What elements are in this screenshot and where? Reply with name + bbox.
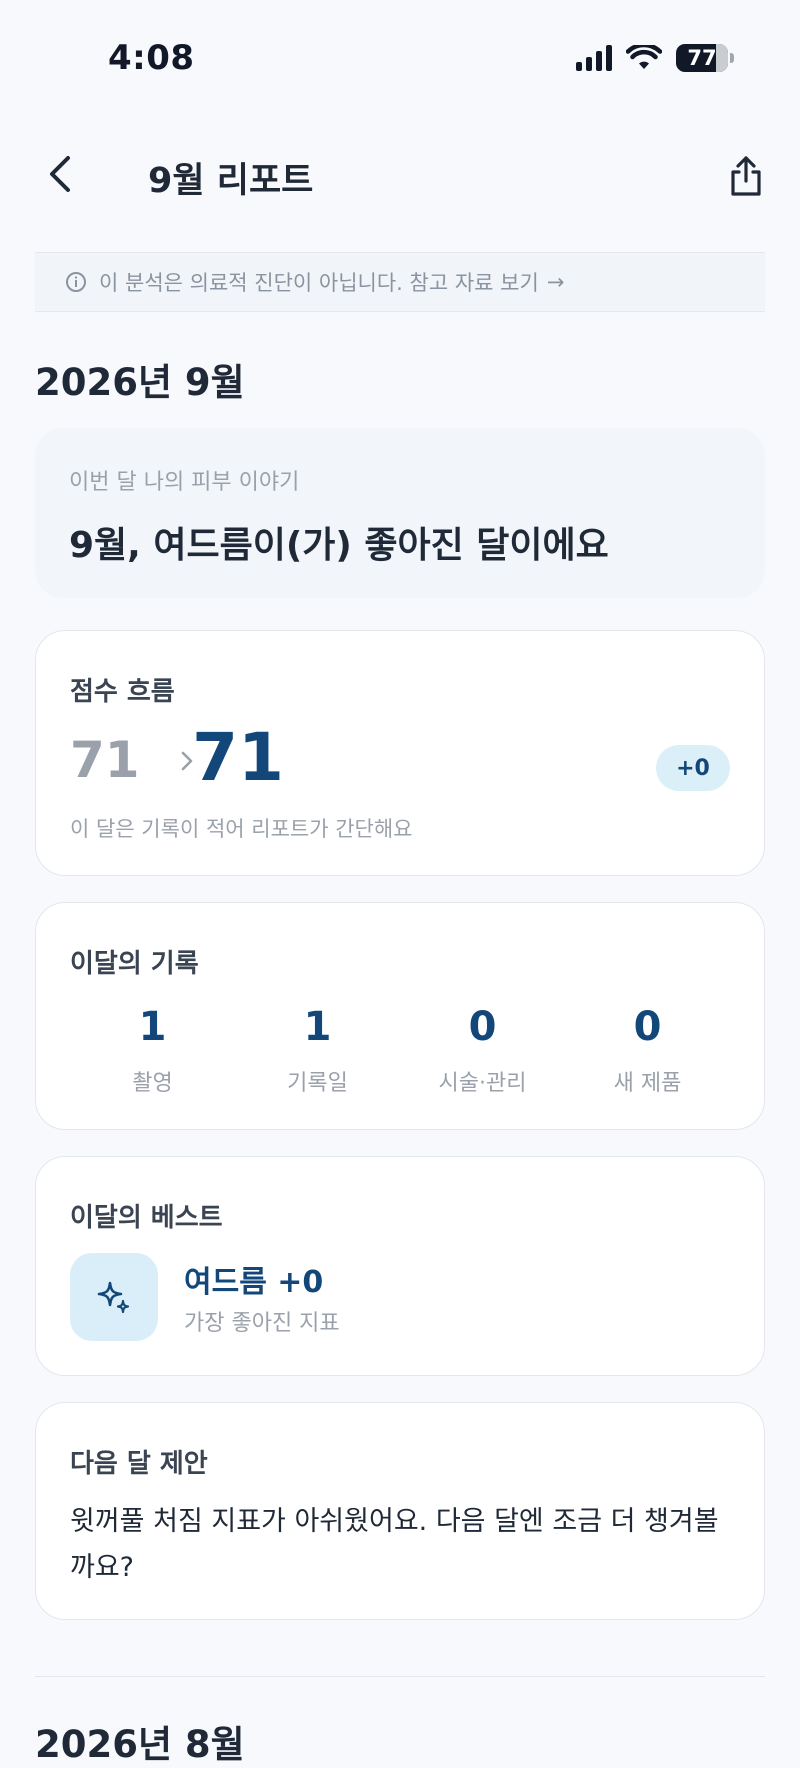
suggestion-card-label: 다음 달 제안 xyxy=(70,1449,208,1479)
story-subtitle: 이번 달 나의 피부 이야기 xyxy=(69,470,300,495)
best-card-label: 이달의 베스트 xyxy=(70,1203,223,1233)
current-score: 71 xyxy=(192,719,284,796)
score-card-label: 점수 흐름 xyxy=(70,677,175,707)
wifi-icon xyxy=(626,45,662,69)
month-heading: 2026년 9월 xyxy=(35,361,245,404)
story-title: 9월, 여드름이(가) 좋아진 달이에요 xyxy=(69,525,609,566)
best-metric-subtitle: 가장 좋아진 지표 xyxy=(184,1311,340,1336)
record-value: 1 xyxy=(303,1004,332,1050)
cellular-signal-icon xyxy=(576,45,612,71)
battery-indicator: 77 xyxy=(676,44,728,72)
story-card: 이번 달 나의 피부 이야기 9월, 여드름이(가) 좋아진 달이에요 xyxy=(35,428,765,598)
suggestion-text: 윗꺼풀 처짐 지표가 아쉬웠어요. 다음 달엔 조금 더 챙겨볼까요? xyxy=(70,1506,719,1583)
app-header: 9월 리포트 xyxy=(0,140,800,212)
next-month-heading: 2026년 8월 xyxy=(35,1723,245,1766)
back-button[interactable] xyxy=(36,150,84,198)
status-time: 4:08 xyxy=(108,38,195,78)
info-icon xyxy=(65,271,87,293)
arrow-right-icon: → xyxy=(546,270,565,294)
record-label: 새 제품 xyxy=(613,1071,682,1096)
score-flow-card: 점수 흐름 71 71 +0 이 달은 기록이 적어 리포트가 간단해요 xyxy=(35,630,765,876)
score-delta-badge: +0 xyxy=(656,745,730,791)
record-item-new-products: 0 새 제품 xyxy=(565,1003,730,1097)
status-bar: 4:08 77 xyxy=(0,0,800,120)
battery-percentage: 77 xyxy=(687,46,717,70)
battery-tip xyxy=(730,53,734,63)
next-month-suggestion-card: 다음 달 제안 윗꺼풀 처짐 지표가 아쉬웠어요. 다음 달엔 조금 더 챙겨볼… xyxy=(35,1402,765,1620)
record-value: 0 xyxy=(633,1004,662,1050)
records-grid: 1 촬영 1 기록일 0 시술·관리 0 새 제품 xyxy=(70,1003,730,1097)
section-divider xyxy=(35,1676,765,1677)
best-metric-title: 여드름 +0 xyxy=(184,1265,324,1300)
previous-score: 71 xyxy=(70,731,140,789)
page-title: 9월 리포트 xyxy=(148,161,314,201)
status-icons: 77 xyxy=(576,44,734,72)
record-item-days: 1 기록일 xyxy=(235,1003,400,1097)
record-value: 0 xyxy=(468,1004,497,1050)
record-item-treatments: 0 시술·관리 xyxy=(400,1003,565,1097)
best-icon-box xyxy=(70,1253,158,1341)
record-item-photos: 1 촬영 xyxy=(70,1003,235,1097)
record-label: 촬영 xyxy=(132,1071,173,1096)
record-label: 시술·관리 xyxy=(438,1071,527,1096)
disclaimer-banner[interactable]: 이 분석은 의료적 진단이 아닙니다. 참고 자료 보기 → xyxy=(35,252,765,312)
sparkle-icon xyxy=(97,1281,130,1314)
disclaimer-text: 이 분석은 의료적 진단이 아닙니다. 참고 자료 보기 xyxy=(99,271,539,295)
score-note: 이 달은 기록이 적어 리포트가 간단해요 xyxy=(70,817,413,841)
share-button[interactable] xyxy=(722,152,770,200)
record-value: 1 xyxy=(138,1004,167,1050)
share-icon xyxy=(731,156,761,196)
monthly-records-card: 이달의 기록 1 촬영 1 기록일 0 시술·관리 0 새 제품 xyxy=(35,902,765,1130)
chevron-left-icon xyxy=(50,156,70,192)
records-card-label: 이달의 기록 xyxy=(70,949,199,979)
monthly-best-card: 이달의 베스트 여드름 +0 가장 좋아진 지표 xyxy=(35,1156,765,1376)
record-label: 기록일 xyxy=(287,1071,348,1096)
